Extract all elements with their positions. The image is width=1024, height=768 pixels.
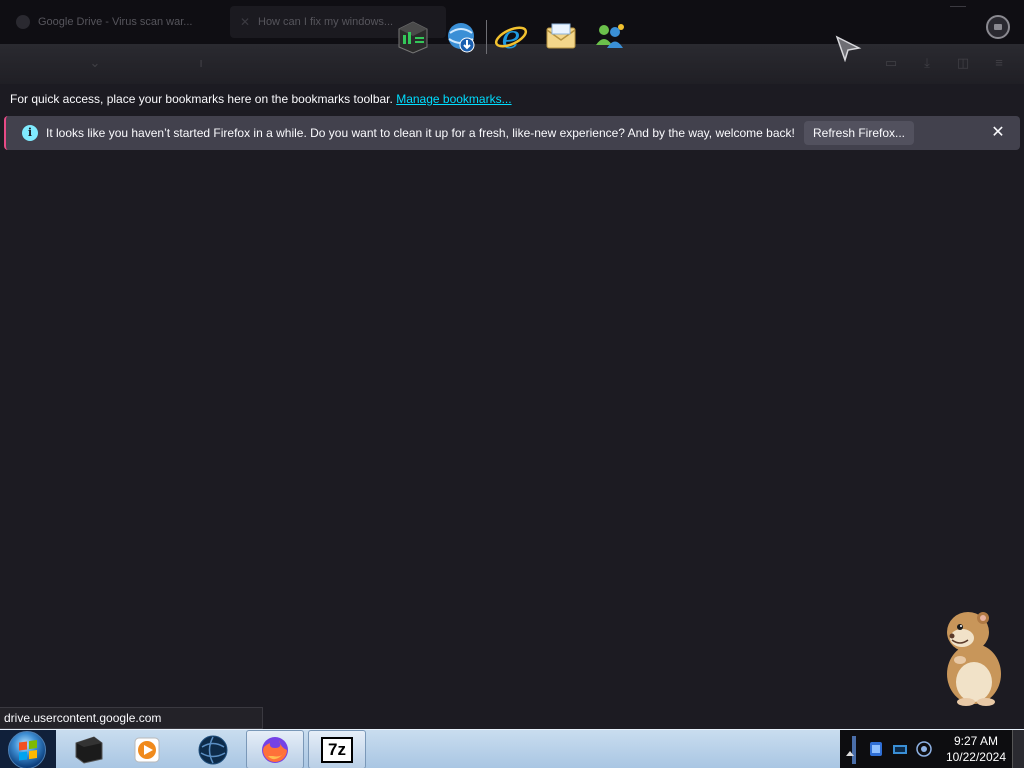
globe-app-icon[interactable] (184, 730, 242, 768)
info-icon: i (22, 125, 38, 141)
media-player-icon[interactable] (118, 730, 176, 768)
task-manager-icon[interactable] (394, 18, 432, 56)
bookmarks-toolbar: For quick access, place your bookmarks h… (0, 84, 1024, 114)
windows-logo-icon (8, 731, 46, 768)
hamster-mascot-icon (947, 612, 1001, 706)
start-button[interactable] (0, 730, 56, 768)
svg-text:e: e (502, 19, 521, 55)
close-icon[interactable]: ✕ (988, 123, 1008, 143)
7zip-label: 7z (321, 736, 353, 763)
defender-icon[interactable] (868, 741, 884, 757)
internet-explorer-icon[interactable]: e (492, 18, 530, 56)
network-icon[interactable] (892, 741, 908, 757)
refresh-firefox-button[interactable]: Refresh Firefox... (804, 121, 914, 145)
7zip-icon[interactable]: 7z (308, 730, 366, 768)
internet-download-icon[interactable] (442, 18, 480, 56)
notification-message: It looks like you haven’t started Firefo… (46, 126, 795, 140)
save-to-pocket-icon[interactable]: ▭ (884, 56, 898, 70)
volume-icon[interactable] (916, 741, 932, 757)
clock[interactable]: 9:27 AM 10/22/2024 (946, 733, 1006, 765)
show-hidden-icons-icon[interactable] (844, 736, 858, 764)
chevron-down-icon[interactable]: ⌄ (88, 56, 102, 70)
clock-date: 10/22/2024 (945, 750, 1006, 764)
minimize-icon[interactable] (950, 6, 966, 7)
system-tray: 9:27 AM 10/22/2024 (840, 730, 1024, 768)
quick-launch-dock: e (388, 14, 638, 64)
media-center-icon[interactable] (60, 730, 118, 768)
manage-bookmarks-link[interactable]: Manage bookmarks... (396, 92, 511, 106)
tab-google-drive[interactable]: Google Drive - Virus scan war... (4, 6, 224, 38)
tab-label: How can I fix my windows... (258, 16, 394, 28)
lock-icon: ı (199, 55, 203, 70)
tab-favicon-icon (16, 15, 30, 29)
show-desktop-button[interactable] (1012, 730, 1024, 768)
status-link-url: drive.usercontent.google.com (0, 707, 263, 729)
tab-close-icon[interactable]: ✕ (240, 6, 250, 38)
download-icon[interactable]: ⤓ (920, 56, 934, 70)
screen: Google Drive - Virus scan war... ✕ How c… (0, 0, 1024, 768)
cursor-pointer-icon (835, 35, 862, 62)
mail-icon[interactable] (542, 18, 580, 56)
bookmarks-hint-text: For quick access, place your bookmarks h… (10, 92, 393, 106)
taskbar: 7z 9:27 AM 10/22/2024 (0, 729, 1024, 768)
firefox-icon[interactable] (246, 730, 304, 768)
refresh-notification-bar: i It looks like you haven’t started Fire… (4, 116, 1020, 150)
menu-icon[interactable]: ≡ (992, 56, 1006, 70)
page-content (0, 152, 1024, 728)
clock-time: 9:27 AM (953, 734, 998, 748)
messenger-icon[interactable] (590, 18, 628, 56)
tab-label: Google Drive - Virus scan war... (38, 16, 193, 28)
briefcase-icon[interactable] (986, 15, 1010, 39)
dock-separator (486, 20, 487, 54)
extensions-icon[interactable]: ◫ (956, 56, 970, 70)
